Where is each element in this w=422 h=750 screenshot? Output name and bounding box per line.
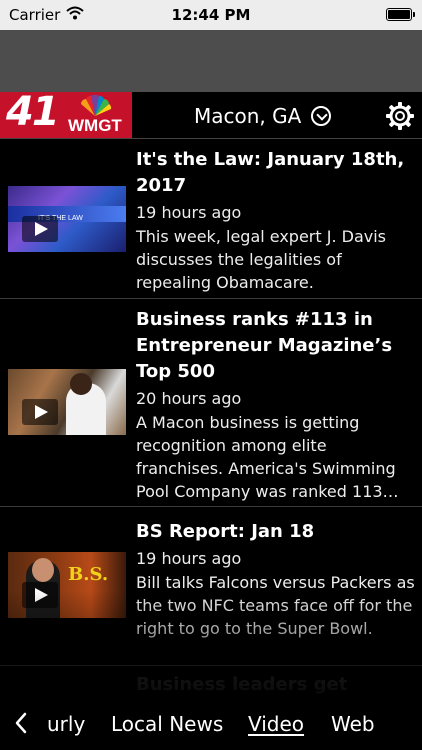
video-thumbnail[interactable]: B.S. bbox=[8, 552, 126, 618]
chevron-left-icon[interactable] bbox=[14, 712, 28, 734]
top-banner-area bbox=[0, 30, 422, 92]
story-timestamp: 19 hours ago bbox=[136, 549, 242, 568]
battery-icon bbox=[386, 8, 415, 21]
tab-local-news[interactable]: Local News bbox=[111, 712, 223, 736]
tab-hourly[interactable]: urly bbox=[47, 712, 85, 736]
status-bar: Carrier 12:44 PM bbox=[0, 0, 422, 30]
video-thumbnail[interactable]: IT'S THE LAW bbox=[8, 186, 126, 252]
story-title: BS Report: Jan 18 bbox=[136, 521, 315, 542]
chevron-down-icon bbox=[311, 106, 332, 126]
story-text: Business ranks #113 in Entrepreneur Maga… bbox=[136, 307, 416, 503]
thumbnail-caption: B.S. bbox=[68, 564, 109, 585]
play-icon bbox=[22, 582, 58, 608]
play-icon bbox=[22, 399, 58, 425]
story-timestamp: 19 hours ago bbox=[136, 203, 242, 222]
story-title: Business ranks #113 in Entrepreneur Maga… bbox=[136, 309, 393, 382]
category-tab-bar: urly Local News Video Web bbox=[0, 700, 422, 750]
story-item[interactable]: IT'S THE LAW It's the Law: January 18th,… bbox=[0, 139, 422, 299]
story-summary: Bill talks Falcons versus Packers as the… bbox=[136, 573, 415, 638]
video-thumbnail[interactable] bbox=[8, 369, 126, 435]
story-title-partial[interactable]: Business leaders get bbox=[136, 674, 347, 695]
logo-number: 41 bbox=[6, 89, 60, 135]
story-text: It's the Law: January 18th, 2017 19 hour… bbox=[136, 147, 416, 294]
app-header: 41 WMGT Macon, GA bbox=[0, 89, 422, 138]
logo-call-sign: WMGT bbox=[68, 116, 122, 135]
story-summary: This week, legal expert J. Davis discuss… bbox=[136, 227, 387, 292]
story-item[interactable]: Business ranks #113 in Entrepreneur Maga… bbox=[0, 299, 422, 507]
play-icon bbox=[22, 216, 58, 242]
tab-video[interactable]: Video bbox=[248, 712, 304, 736]
location-selector[interactable]: Macon, GA bbox=[194, 101, 332, 131]
tab-web[interactable]: Web bbox=[331, 712, 375, 736]
peacock-icon bbox=[81, 95, 112, 116]
clock: 12:44 PM bbox=[171, 6, 251, 24]
location-label: Macon, GA bbox=[194, 104, 302, 128]
story-item[interactable]: B.S. BS Report: Jan 18 19 hours ago Bill… bbox=[0, 507, 422, 666]
story-timestamp: 20 hours ago bbox=[136, 389, 242, 408]
story-summary: A Macon business is getting recognition … bbox=[136, 413, 399, 501]
story-text: BS Report: Jan 18 19 hours ago Bill talk… bbox=[136, 519, 416, 640]
station-logo[interactable]: 41 WMGT bbox=[0, 89, 132, 138]
story-title: It's the Law: January 18th, 2017 bbox=[136, 149, 405, 196]
gear-icon[interactable] bbox=[386, 102, 414, 130]
